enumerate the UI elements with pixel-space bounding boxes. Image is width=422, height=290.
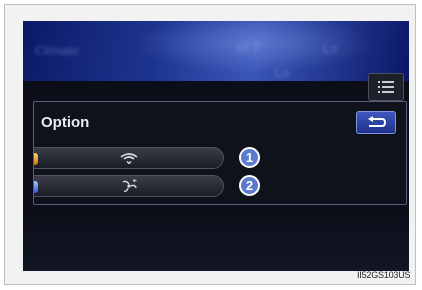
callout-2: 2 (239, 175, 260, 196)
panel-title: Option (41, 114, 90, 131)
background-center-label: Lo (275, 65, 290, 80)
fan-defog-icon (122, 179, 137, 192)
air-intake-button[interactable] (34, 147, 224, 169)
background-temperature: 68 F (235, 41, 262, 56)
figure-frame: Climate 68 F Lo Lo Option 1 2 (4, 4, 416, 285)
list-menu-icon (378, 81, 394, 93)
display-screen: Climate 68 F Lo Lo Option 1 2 (23, 21, 409, 271)
callout-1: 1 (239, 147, 260, 168)
image-code: II52GS103US (357, 270, 411, 280)
indicator-light-blue (34, 181, 38, 193)
air-intake-icon (120, 153, 137, 164)
menu-button[interactable] (368, 73, 404, 101)
background-screen-title: Climate (35, 43, 80, 58)
bottom-area (23, 207, 409, 271)
option-panel: Option 1 2 (33, 101, 407, 205)
return-arrow-icon (368, 115, 387, 127)
climate-background (23, 21, 409, 81)
return-button[interactable] (356, 111, 396, 134)
fan-defog-button[interactable] (34, 175, 224, 197)
indicator-light-amber (34, 153, 38, 165)
background-setting: Lo (323, 41, 338, 56)
